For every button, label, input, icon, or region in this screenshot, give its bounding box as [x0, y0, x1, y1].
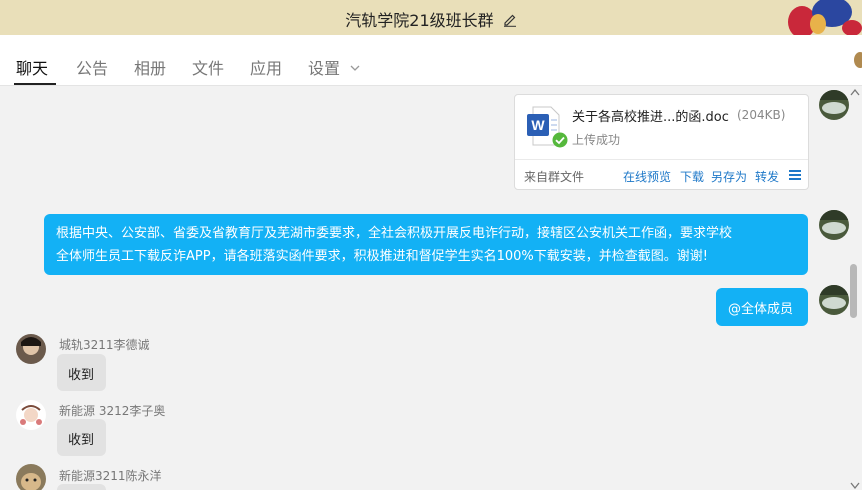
download-link[interactable]: 下载 [680, 168, 704, 185]
save-as-link[interactable]: 另存为 [711, 168, 747, 185]
group-title: 汽轨学院21级班长群 [345, 11, 494, 30]
message-text-line: 全体师生员工下载反诈APP，请各班落实函件要求，积极推进和督促学生实名100%下… [56, 249, 708, 264]
tab-settings-label: 设置 [308, 59, 341, 78]
sender-name: 新能源 3212李子奥 [59, 404, 166, 418]
upload-success-icon [552, 132, 568, 148]
chevron-up-icon[interactable] [850, 88, 860, 96]
tab-apps[interactable]: 应用 [250, 55, 282, 79]
tab-album[interactable]: 相册 [134, 55, 166, 79]
avatar[interactable] [819, 210, 849, 240]
own-message-bubble[interactable]: 根据中央、公安部、省委及省教育厅及芜湖市委要求，全社会积极开展反电诈行动，接辖区… [44, 214, 808, 275]
message-text-line: 根据中央、公安部、省委及省教育厅及芜湖市委要求，全社会积极开展反电诈行动，接辖区… [56, 226, 733, 241]
file-upload-status: 上传成功 [572, 133, 621, 147]
file-message-card[interactable]: W 关于各高校推进...的函.doc (204KB) 上传成功 来自群文件 在线… [514, 94, 809, 190]
tab-bar: 聊天 公告 相册 文件 应用 设置 [0, 35, 862, 86]
divider [515, 159, 808, 160]
incoming-message-bubble[interactable] [57, 484, 106, 490]
sender-avatar[interactable] [16, 464, 46, 490]
avatar[interactable] [819, 285, 849, 315]
chevron-down-icon[interactable] [850, 482, 860, 490]
active-tab-indicator [14, 83, 56, 85]
chat-message-list[interactable]: W 关于各高校推进...的函.doc (204KB) 上传成功 来自群文件 在线… [0, 86, 862, 490]
decorative-leaf-icon [854, 52, 862, 68]
forward-link[interactable]: 转发 [755, 168, 779, 185]
chevron-down-icon [350, 65, 360, 71]
decorative-flower-icon [788, 0, 862, 35]
tab-settings[interactable]: 设置 [308, 55, 360, 79]
incoming-message-bubble[interactable]: 收到 [57, 419, 106, 456]
file-source: 来自群文件 [524, 170, 585, 184]
file-name: 关于各高校推进...的函.doc [572, 110, 729, 125]
file-size: (204KB) [737, 108, 786, 122]
sender-avatar[interactable] [16, 400, 46, 430]
scrollbar-thumb[interactable] [850, 264, 857, 318]
edit-title-icon[interactable] [503, 13, 517, 27]
more-menu-icon[interactable] [789, 170, 801, 180]
sender-name: 城轨3211李德诚 [59, 338, 150, 352]
tab-files[interactable]: 文件 [192, 55, 224, 79]
preview-online-link[interactable]: 在线预览 [623, 168, 671, 185]
tab-announcement[interactable]: 公告 [76, 55, 108, 79]
sender-name: 新能源3211陈永洋 [59, 469, 162, 483]
sender-avatar[interactable] [16, 334, 46, 364]
mention-message-bubble[interactable]: @全体成员 [716, 288, 808, 326]
tab-chat[interactable]: 聊天 [16, 55, 48, 79]
svg-text:W: W [531, 117, 545, 133]
incoming-message-bubble[interactable]: 收到 [57, 354, 106, 391]
title-bar: 汽轨学院21级班长群 [0, 0, 862, 35]
avatar[interactable] [819, 90, 849, 120]
